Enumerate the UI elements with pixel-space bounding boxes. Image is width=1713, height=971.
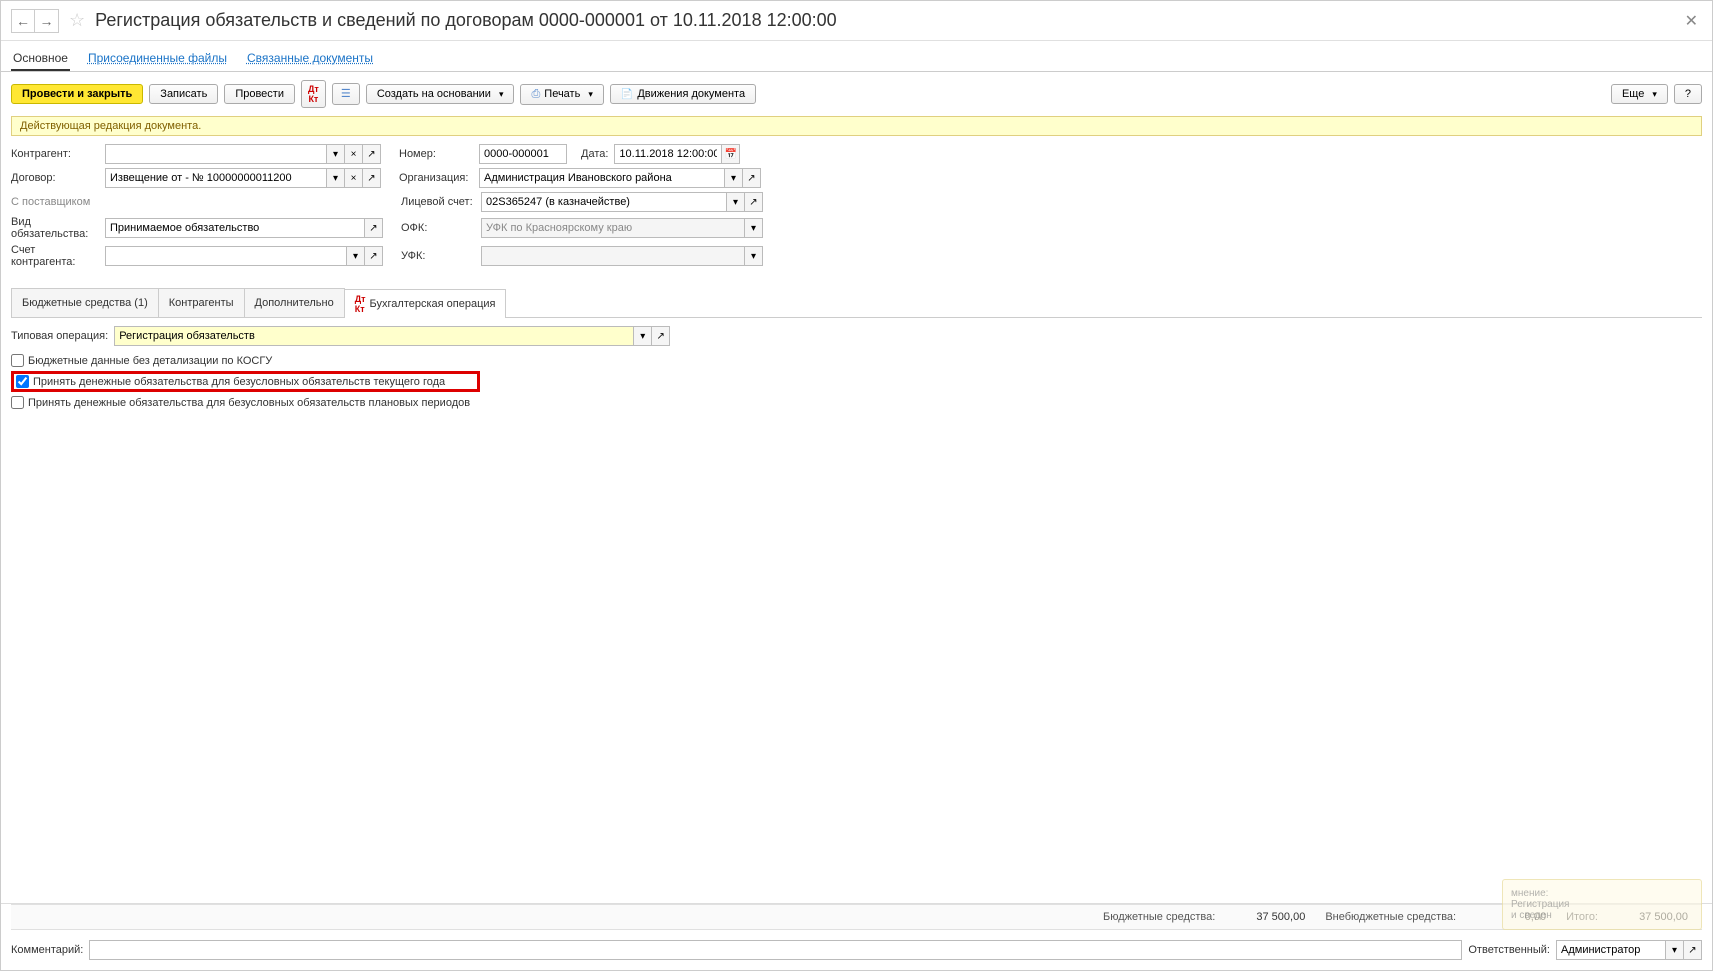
list-icon (339, 87, 353, 101)
page-title: Регистрация обязательств и сведений по д… (95, 10, 837, 31)
checkbox-plan-periods-label: Принять денежные обязательства для безус… (28, 397, 470, 409)
dogovor-dropdown-btn[interactable]: ▾ (327, 168, 345, 188)
tab-main[interactable]: Основное (11, 47, 70, 71)
forward-button[interactable]: → (35, 9, 59, 33)
post-button[interactable]: Провести (224, 84, 295, 104)
dt-kt-icon: ДтКт (355, 294, 366, 314)
nonbudget-total-label: Внебюджетные средства: (1325, 911, 1456, 923)
totals-bar: Бюджетные средства: 37 500,00 Внебюджетн… (11, 904, 1702, 930)
org-input[interactable] (479, 168, 725, 188)
tab-accounting-operation[interactable]: ДтКтБухгалтерская операция (344, 289, 507, 318)
close-icon[interactable]: ✕ (1681, 11, 1702, 31)
back-button[interactable]: ← (11, 9, 35, 33)
ls-dropdown-btn[interactable]: ▾ (727, 192, 745, 212)
kontragent-label: Контрагент: (11, 148, 99, 160)
typop-input[interactable] (114, 326, 634, 346)
status-message: Действующая редакция документа. (11, 116, 1702, 136)
vid-input[interactable] (105, 218, 365, 238)
accounting-tab-content: Типовая операция: ▾ ↗ Бюджетные данные б… (1, 318, 1712, 419)
more-button[interactable]: Еще (1611, 84, 1668, 104)
toolbar: Провести и закрыть Записать Провести ДтК… (1, 72, 1712, 116)
checkbox-no-kosgu[interactable] (11, 354, 24, 367)
post-and-close-button[interactable]: Провести и закрыть (11, 84, 143, 104)
responsible-label: Ответственный: (1468, 944, 1550, 956)
ofk-label: ОФК: (401, 222, 475, 234)
ufk-input[interactable] (481, 246, 745, 266)
org-label: Организация: (399, 172, 473, 184)
org-open-btn[interactable]: ↗ (743, 168, 761, 188)
favorite-star-icon[interactable]: ☆ (69, 10, 85, 31)
doc-icon (621, 88, 633, 100)
dt-kt-button[interactable]: ДтКт (301, 80, 326, 108)
kontragent-dropdown-btn[interactable]: ▾ (327, 144, 345, 164)
vid-open-btn[interactable]: ↗ (365, 218, 383, 238)
nomer-input[interactable] (479, 144, 567, 164)
budget-total-label: Бюджетные средства: (1103, 911, 1215, 923)
schet-open-btn[interactable]: ↗ (365, 246, 383, 266)
titlebar: ← → ☆ Регистрация обязательств и сведени… (1, 1, 1712, 41)
notification-toast[interactable]: мнение: Регистрация и сведен (1502, 879, 1702, 930)
typop-label: Типовая операция: (11, 330, 108, 342)
calendar-btn[interactable] (722, 144, 740, 164)
typop-open-btn[interactable]: ↗ (652, 326, 670, 346)
checkbox-current-year-label: Принять денежные обязательства для безус… (33, 376, 475, 388)
budget-total-value: 37 500,00 (1235, 911, 1305, 923)
responsible-open-btn[interactable]: ↗ (1684, 940, 1702, 960)
comment-label: Комментарий: (11, 944, 83, 956)
org-dropdown-btn[interactable]: ▾ (725, 168, 743, 188)
print-button[interactable]: Печать (520, 84, 603, 105)
help-button[interactable]: ? (1674, 84, 1702, 104)
dogovor-clear-btn[interactable]: × (345, 168, 363, 188)
ofk-input[interactable] (481, 218, 745, 238)
supplier-label: С поставщиком (11, 196, 99, 208)
checkbox-no-kosgu-label: Бюджетные данные без детализации по КОСГ… (28, 355, 272, 367)
save-button[interactable]: Записать (149, 84, 218, 104)
tab-linked-docs[interactable]: Связанные документы (245, 47, 375, 71)
kontragent-clear-btn[interactable]: × (345, 144, 363, 164)
tab-attached-files[interactable]: Присоединенные файлы (86, 47, 229, 71)
ls-open-btn[interactable]: ↗ (745, 192, 763, 212)
document-movements-button[interactable]: Движения документа (610, 84, 756, 104)
vid-label: Вид обязательства: (11, 216, 99, 240)
schet-label: Счет контрагента: (11, 244, 99, 268)
section-tabs: Основное Присоединенные файлы Связанные … (1, 41, 1712, 72)
checkbox-current-year[interactable] (16, 375, 29, 388)
form-area: Контрагент: ▾ × ↗ Номер: Дата: Договор: … (1, 136, 1712, 280)
data-label: Дата: (581, 148, 608, 160)
checkbox-plan-periods[interactable] (11, 396, 24, 409)
print-icon (531, 88, 540, 101)
ls-input[interactable] (481, 192, 727, 212)
responsible-input[interactable] (1556, 940, 1666, 960)
responsible-dropdown-btn[interactable]: ▾ (1666, 940, 1684, 960)
tab-kontragenty[interactable]: Контрагенты (158, 288, 245, 317)
ofk-dropdown-btn[interactable]: ▾ (745, 218, 763, 238)
data-input[interactable] (614, 144, 722, 164)
schet-dropdown-btn[interactable]: ▾ (347, 246, 365, 266)
typop-dropdown-btn[interactable]: ▾ (634, 326, 652, 346)
dogovor-label: Договор: (11, 172, 99, 184)
dogovor-input[interactable] (105, 168, 327, 188)
schet-input[interactable] (105, 246, 347, 266)
ufk-label: УФК: (401, 250, 475, 262)
tab-budget-funds[interactable]: Бюджетные средства (1) (11, 288, 159, 317)
nomer-label: Номер: (399, 148, 473, 160)
kontragent-input[interactable] (105, 144, 327, 164)
kontragent-open-btn[interactable]: ↗ (363, 144, 381, 164)
ls-label: Лицевой счет: (401, 196, 475, 208)
sub-tabs: Бюджетные средства (1) Контрагенты Допол… (11, 288, 1702, 318)
ufk-dropdown-btn[interactable]: ▾ (745, 246, 763, 266)
list-button[interactable] (332, 83, 360, 105)
calendar-icon (725, 149, 737, 160)
dogovor-open-btn[interactable]: ↗ (363, 168, 381, 188)
highlighted-checkbox-row: Принять денежные обязательства для безус… (11, 371, 480, 392)
create-based-on-button[interactable]: Создать на основании (366, 84, 515, 104)
tab-additional[interactable]: Дополнительно (244, 288, 345, 317)
comment-input[interactable] (89, 940, 1462, 960)
